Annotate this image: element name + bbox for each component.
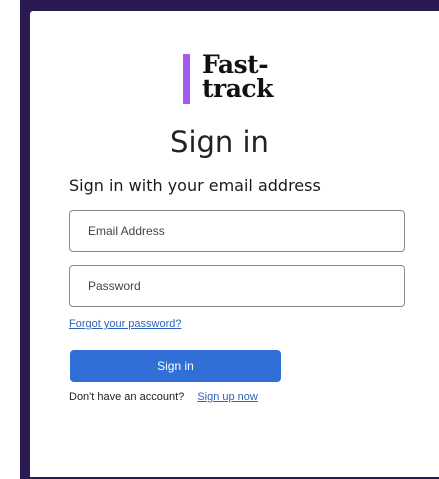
sign-in-button[interactable]: Sign in	[70, 350, 281, 382]
form-subtitle: Sign in with your email address	[69, 176, 321, 195]
forgot-password-link[interactable]: Forgot your password?	[69, 318, 182, 330]
no-account-text: Don't have an account?	[69, 391, 185, 403]
brand-logo: Fast- track	[183, 50, 273, 105]
sign-up-link[interactable]: Sign up now	[197, 391, 258, 403]
password-field[interactable]	[69, 265, 405, 307]
logo-text: Fast- track	[202, 50, 273, 103]
signup-row: Don't have an account? Sign up now	[69, 391, 258, 403]
logo-bar-icon	[183, 54, 190, 104]
email-field[interactable]	[69, 210, 405, 252]
page-title: Sign in	[170, 125, 269, 159]
